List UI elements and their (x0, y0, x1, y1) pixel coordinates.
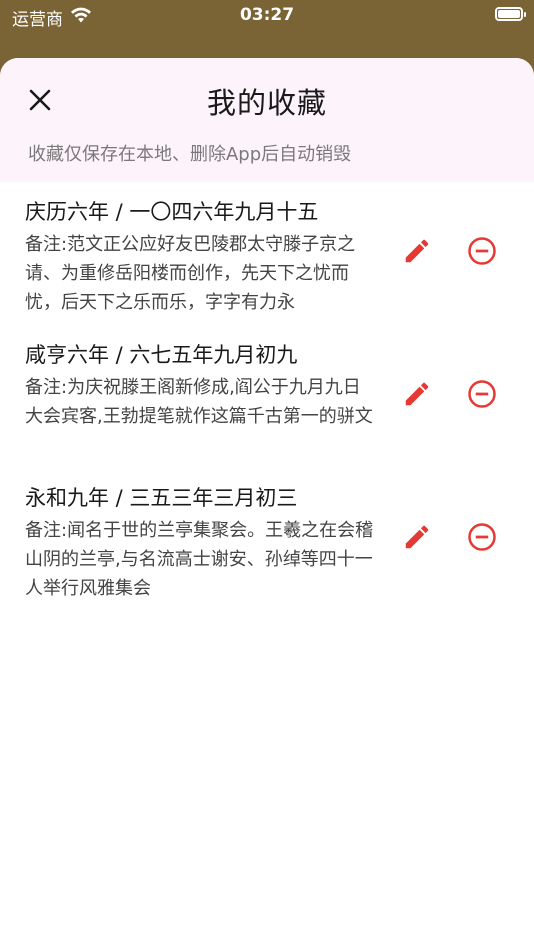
favorite-note: 备注:范文正公应好友巴陵郡太守滕子京之请、为重修岳阳楼而创作，先天下之忧而忧，后… (25, 234, 356, 313)
minus-circle-icon (468, 523, 496, 551)
favorite-date-title: 咸亨六年 / 六七五年九月初九 (25, 343, 298, 367)
pencil-icon (405, 525, 429, 549)
favorite-note: 备注:为庆祝滕王阁新修成,阎公于九月九日大会宾客,王勃提笔就作这篇千古第一的骈文 (25, 377, 373, 427)
battery-icon (495, 7, 526, 21)
pencil-icon (405, 239, 429, 263)
battery-level (498, 10, 520, 18)
minus-circle-icon (468, 380, 496, 408)
list-item: 庆历六年 / 一〇四六年九月十五 备注:范文正公应好友巴陵郡太守滕子京之请、为重… (0, 192, 534, 335)
favorite-date-title: 庆历六年 / 一〇四六年九月十五 (25, 200, 319, 224)
pencil-icon (405, 382, 429, 406)
storage-notice: 收藏仅保存在本地、删除App后自动销毁 (28, 144, 352, 165)
edit-button[interactable] (400, 234, 434, 268)
edit-button[interactable] (400, 520, 434, 554)
delete-button[interactable] (465, 520, 499, 554)
favorites-sheet: 我的收藏 收藏仅保存在本地、删除App后自动销毁 庆历六年 / 一〇四六年九月十… (0, 58, 534, 950)
list-item: 咸亨六年 / 六七五年九月初九 备注:为庆祝滕王阁新修成,阎公于九月九日大会宾客… (0, 335, 534, 478)
favorite-date-title: 永和九年 / 三五三年三月初三 (25, 486, 298, 510)
delete-button[interactable] (465, 234, 499, 268)
favorite-note: 备注:闻名于世的兰亭集聚会。王羲之在会稽山阴的兰亭,与名流高士谢安、孙绰等四十一… (25, 520, 374, 599)
minus-circle-icon (468, 237, 496, 265)
sheet-header: 我的收藏 收藏仅保存在本地、删除App后自动销毁 (0, 58, 534, 182)
delete-button[interactable] (465, 377, 499, 411)
status-bar: 运营商 03:27 (0, 0, 534, 32)
edit-button[interactable] (400, 377, 434, 411)
favorites-list: 庆历六年 / 一〇四六年九月十五 备注:范文正公应好友巴陵郡太守滕子京之请、为重… (0, 192, 534, 621)
page-title: 我的收藏 (206, 86, 327, 120)
list-item: 永和九年 / 三五三年三月初三 备注:闻名于世的兰亭集聚会。王羲之在会稽山阴的兰… (0, 478, 534, 621)
clock: 03:27 (239, 5, 295, 25)
